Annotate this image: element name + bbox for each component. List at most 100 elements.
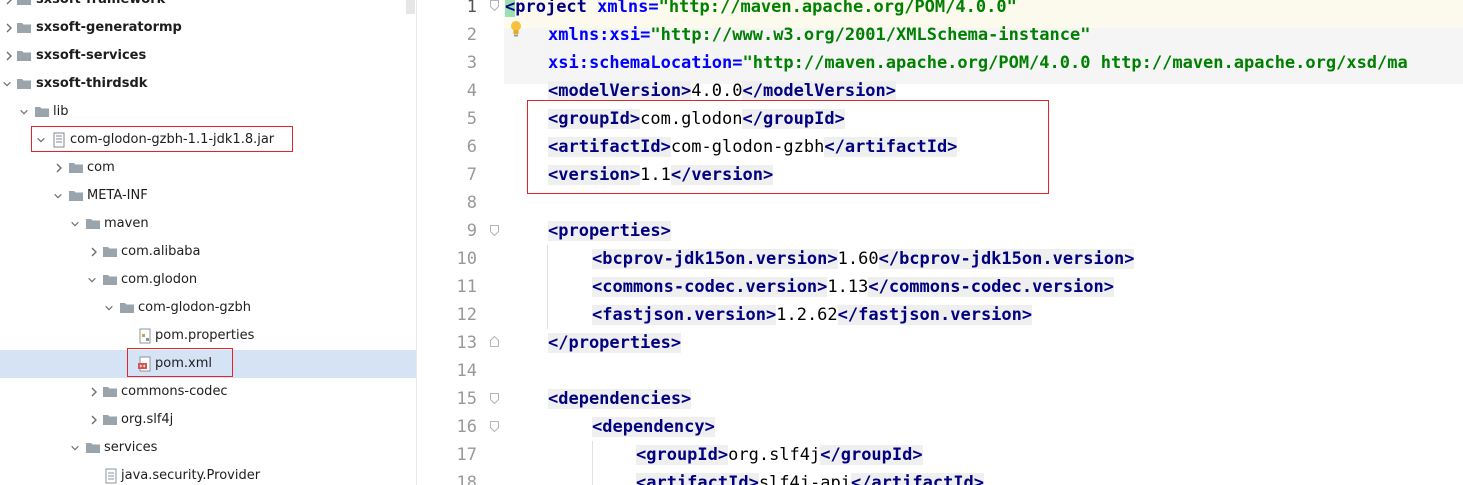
code-line-10: <bcprov-jdk15on.version>1.60</bcprov-jdk…	[592, 245, 1135, 273]
tree-item-label: META-INF	[87, 188, 148, 203]
xml-close-tag: </fastjson.version>	[837, 305, 1033, 325]
folder-icon	[86, 443, 100, 453]
line-number: 4	[466, 81, 477, 101]
line-number: 15	[456, 389, 477, 409]
tree-item-com-alibaba[interactable]: com.alibaba	[0, 238, 416, 266]
tree-item-maven[interactable]: maven	[0, 210, 416, 238]
fold-marker-icon[interactable]	[490, 336, 499, 347]
code-line-11: <commons-codec.version>1.13</commons-cod…	[592, 273, 1114, 301]
chevron-right-icon[interactable]	[89, 246, 99, 258]
xml-close-tag: </modelVersion>	[742, 81, 897, 101]
fold-marker-icon[interactable]	[490, 421, 499, 432]
tree-item-label: org.slf4j	[121, 412, 174, 427]
tree-item-org-slf4j[interactable]: org.slf4j	[0, 406, 416, 434]
xml-open-tag: <dependencies>	[548, 389, 692, 409]
tree-item-label: sxsoft-services	[36, 48, 147, 63]
chevron-down-icon[interactable]	[70, 218, 80, 230]
xml-text: 4.0.0	[691, 81, 743, 101]
code-line-13: </properties>	[548, 329, 682, 357]
line-number: 3	[466, 53, 477, 73]
code-line-2: xmlns:xsi="http://www.w3.org/2001/XMLSch…	[548, 21, 1090, 49]
xml-attribute: xmlns:xsi	[548, 25, 641, 45]
tree-item-label: com.glodon	[121, 272, 198, 287]
folder-icon	[17, 23, 31, 33]
tree-item-sxsoft-thirdsdk[interactable]: sxsoft-thirdsdk	[0, 70, 416, 98]
line-number: 11	[456, 277, 477, 297]
code-line-12: <fastjson.version>1.2.62</fastjson.versi…	[592, 301, 1033, 329]
tree-item-com-glodon-gzbh[interactable]: com-glodon-gzbh	[0, 294, 416, 322]
xml-open-tag: <groupId>	[636, 445, 729, 465]
chevron-down-icon[interactable]	[104, 302, 114, 314]
chevron-right-icon[interactable]	[4, 50, 14, 62]
xml-text: slf4j-api	[758, 473, 851, 485]
line-number: 13	[456, 333, 477, 353]
xml-attribute-value: "http://www.w3.org/2001/XMLSchema-instan…	[650, 25, 1091, 45]
tree-item-label: lib	[53, 104, 69, 119]
xml-close-tag: </artifactId>	[850, 473, 985, 485]
line-number: 6	[466, 137, 477, 157]
xml-open-tag: <artifactId>	[636, 473, 759, 485]
chevron-right-icon[interactable]	[4, 22, 14, 34]
tree-item-label: services	[104, 440, 158, 455]
chevron-down-icon[interactable]	[70, 442, 80, 454]
code-line-18: <artifactId>slf4j-api</artifactId>	[636, 469, 985, 485]
tree-item-label: pom.properties	[155, 328, 255, 343]
chevron-down-icon[interactable]	[53, 190, 63, 202]
tree-item-label: sxsoft-thirdsdk	[36, 76, 148, 91]
chevron-down-icon[interactable]	[19, 106, 29, 118]
line-number: 8	[466, 193, 477, 213]
chevron-right-icon[interactable]	[54, 162, 64, 174]
indent-guide	[592, 441, 593, 485]
project-tree: sxsoft-framework sxsoft-generatormp sxso…	[0, 0, 416, 485]
tree-item-commons-codec[interactable]: commons-codec	[0, 378, 416, 406]
xml-attribute: xmlns	[586, 0, 649, 17]
tree-item-com-glodon[interactable]: com.glodon	[0, 266, 416, 294]
folder-icon	[17, 0, 31, 5]
line-number: 9	[466, 221, 477, 241]
tree-item-sxsoft-framework[interactable]: sxsoft-framework	[0, 0, 416, 14]
tag-bracket: <	[505, 0, 516, 17]
folder-icon	[69, 163, 83, 173]
xml-close-tag: </commons-codec.version>	[868, 277, 1114, 297]
folder-icon	[103, 415, 117, 425]
folder-icon	[35, 107, 49, 117]
chevron-right-icon[interactable]	[89, 386, 99, 398]
tree-item-services[interactable]: services	[0, 434, 416, 462]
chevron-down-icon[interactable]	[2, 78, 12, 90]
xml-text: 1.2.62	[776, 305, 838, 325]
fold-marker-icon[interactable]	[490, 225, 499, 236]
folder-icon	[103, 387, 117, 397]
tree-item-label: maven	[104, 216, 149, 231]
xml-open-tag: <commons-codec.version>	[592, 277, 828, 297]
tree-item-pom-properties[interactable]: pom.properties	[0, 322, 416, 350]
tree-item-meta-inf[interactable]: META-INF	[0, 182, 416, 210]
xml-text: org.slf4j	[728, 445, 821, 465]
xml-text: 1.13	[827, 277, 869, 297]
tree-scrollbar[interactable]	[406, 0, 415, 14]
fold-marker-icon[interactable]	[490, 393, 499, 404]
folder-icon	[69, 191, 83, 201]
xml-attribute: xsi:schemaLocation	[548, 53, 733, 73]
tree-item-label: sxsoft-framework	[36, 0, 165, 9]
tree-item-lib[interactable]: lib	[0, 98, 416, 126]
tree-item-com[interactable]: com	[0, 154, 416, 182]
code-line-16: <dependency>	[592, 413, 715, 441]
line-number: 1	[466, 0, 477, 17]
tree-item-sxsoft-services[interactable]: sxsoft-services	[0, 42, 416, 70]
line-number: 12	[456, 305, 477, 325]
tree-item-sxsoft-generatormp[interactable]: sxsoft-generatormp	[0, 14, 416, 42]
indent-guide	[547, 245, 548, 329]
xml-open-tag: <modelVersion>	[548, 81, 692, 101]
xml-open-tag: <bcprov-jdk15on.version>	[592, 249, 838, 269]
chevron-right-icon[interactable]	[4, 0, 14, 6]
lightbulb-icon[interactable]	[509, 20, 523, 38]
tree-item-java-security-provider[interactable]: java.security.Provider	[0, 462, 416, 485]
fold-marker-icon[interactable]	[490, 0, 499, 11]
chevron-right-icon[interactable]	[89, 414, 99, 426]
annotation-box-coordinates	[527, 100, 1049, 194]
tree-item-label: com.alibaba	[121, 244, 201, 259]
xml-attribute-value: "http://maven.apache.org/POM/4.0.0"	[658, 0, 1017, 17]
code-editor[interactable]: 1 2 3 4 5 6 7 8 9 10 11 12 13 14 15 16 1…	[417, 0, 1463, 485]
chevron-down-icon[interactable]	[87, 274, 97, 286]
xml-open-tag: <fastjson.version>	[592, 305, 777, 325]
